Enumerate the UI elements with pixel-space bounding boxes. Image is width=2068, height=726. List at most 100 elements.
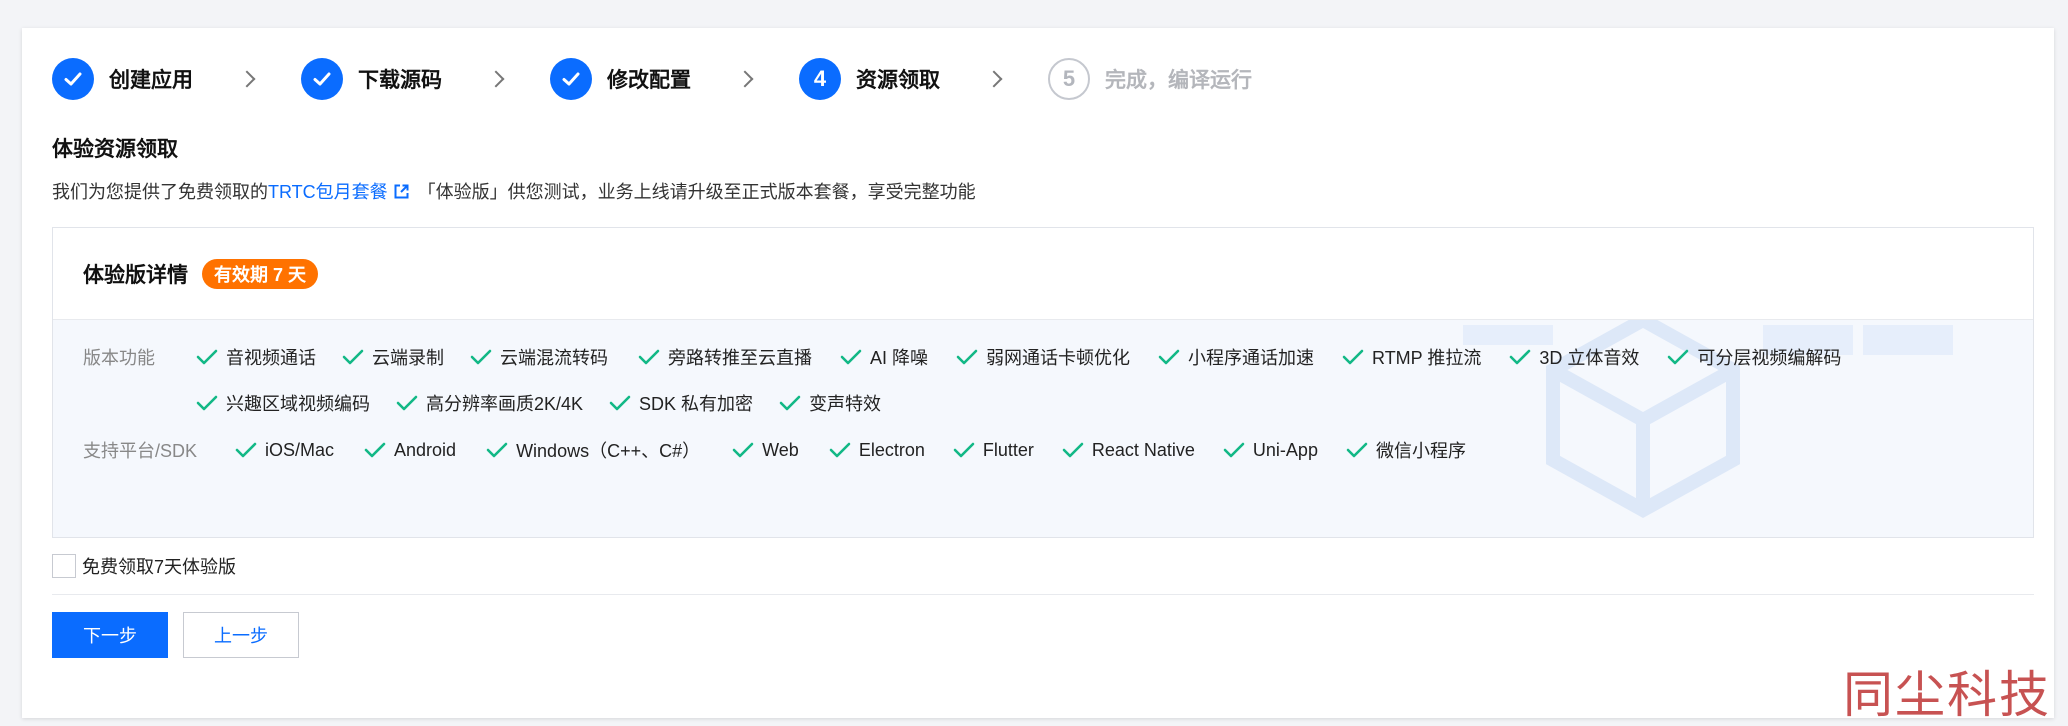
trtc-package-link[interactable]: TRTC包月套餐 [268, 178, 418, 204]
step-resource-claim: 4 资源领取 [799, 57, 940, 101]
setup-card: 创建应用 下载源码 修改配置 4 资源领取 5 完成，编译运行 体验资源领取 我… [22, 28, 2054, 718]
check-list-item: 音视频通话 [196, 344, 316, 370]
section-title: 体验资源领取 [52, 138, 178, 161]
claim-trial-checkbox[interactable] [52, 554, 76, 578]
panel-title: 体验版详情 [83, 263, 188, 287]
check-list-item: 可分层视频编解码 [1667, 344, 1841, 370]
platforms-row: 支持平台/SDK iOS/Mac Android Windows（C++、C#） We… [83, 437, 1466, 463]
step-finish-build: 5 完成，编译运行 [1048, 57, 1252, 101]
check-list-text: 高分辨率画质2K/4K [426, 394, 584, 414]
check-icon [956, 348, 978, 366]
check-list-text: Windows（C++、C#） [516, 441, 701, 461]
features-row-2: 兴趣区域视频编码 高分辨率画质2K/4K SDK 私有加密 变声特效 [196, 390, 881, 416]
step-label: 创建应用 [109, 69, 193, 92]
check-list-text: Uni-App [1252, 439, 1318, 460]
step-download-source[interactable]: 下载源码 [301, 57, 442, 101]
check-icon [732, 441, 754, 459]
step-label: 资源领取 [856, 69, 940, 92]
check-list-text: 音视频通话 [226, 348, 316, 368]
check-list-item: 兴趣区域视频编码 [196, 390, 370, 416]
check-list-text: 云端混流转码 [500, 348, 608, 368]
chevron-right-icon [691, 70, 799, 88]
link-text: TRTC包月套餐 [268, 182, 388, 202]
check-list-text: Flutter [982, 439, 1034, 460]
step-number: 4 [799, 58, 841, 100]
check-icon [609, 394, 631, 412]
section-description: 我们为您提供了免费领取的 TRTC包月套餐 「体验版」供您测试，业务上线请升级至… [52, 178, 976, 204]
check-icon [364, 441, 386, 459]
desc-suffix: 「体验版」供您测试，业务上线请升级至正式版本套餐，享受完整功能 [417, 182, 976, 202]
check-list-text: 兴趣区域视频编码 [226, 394, 370, 414]
check-list-item: Windows（C++、C#） [486, 437, 700, 463]
check-list-item: 3D 立体音效 [1509, 344, 1639, 370]
check-icon [196, 348, 218, 366]
check-icon [196, 394, 218, 412]
check-list-text: 小程序通话加速 [1188, 348, 1315, 368]
check-icon [1158, 348, 1180, 366]
step-label: 修改配置 [607, 69, 691, 92]
prev-button[interactable]: 上一步 [183, 612, 299, 658]
check-list-text: React Native [1091, 439, 1195, 460]
check-list-item: 弱网通话卡顿优化 [956, 344, 1130, 370]
trial-details-panel: 体验版详情 有效期 7 天 版本功能 音视频通话 云端录制 云端混流转码 旁路转推至云… [52, 227, 2034, 538]
check-list-item: 高分辨率画质2K/4K [396, 390, 583, 416]
check-list-text: 旁路转推至云直播 [668, 348, 812, 368]
check-list-text: 微信小程序 [1375, 441, 1466, 461]
check-list-item: Uni-App [1223, 437, 1318, 463]
claim-trial-checkbox-row[interactable]: 免费领取7天体验版 [52, 553, 236, 579]
check-list-text: 可分层视频编解码 [1697, 348, 1842, 368]
check-icon [1223, 441, 1245, 459]
features-row-1: 版本功能 音视频通话 云端录制 云端混流转码 旁路转推至云直播 AI 降噪 弱网通话卡顿优… [83, 344, 1841, 370]
check-list-text: 3D 立体音效 [1539, 348, 1640, 368]
check-icon [953, 441, 975, 459]
validity-badge: 有效期 7 天 [202, 258, 319, 289]
step-label: 完成，编译运行 [1105, 69, 1252, 92]
step-done-check-icon [52, 58, 94, 100]
check-list-text: AI 降噪 [870, 348, 929, 368]
panel-header: 体验版详情 有效期 7 天 [53, 228, 2033, 320]
check-list-item: 微信小程序 [1346, 437, 1466, 463]
check-icon [1346, 441, 1368, 459]
check-list-item: iOS/Mac [235, 437, 334, 463]
next-button[interactable]: 下一步 [52, 612, 168, 658]
check-list-text: 云端录制 [372, 348, 444, 368]
check-list-item: 小程序通话加速 [1158, 344, 1314, 370]
check-icon [1342, 348, 1364, 366]
step-create-app[interactable]: 创建应用 [52, 57, 193, 101]
steps-bar: 创建应用 下载源码 修改配置 4 资源领取 5 完成，编译运行 [52, 57, 1252, 101]
check-list-text: SDK 私有加密 [639, 394, 754, 414]
check-list-item: Android [364, 437, 456, 463]
platforms-label: 支持平台/SDK [83, 441, 198, 461]
check-list-item: 旁路转推至云直播 [638, 344, 812, 370]
check-list-item: SDK 私有加密 [609, 390, 753, 416]
check-icon [829, 441, 851, 459]
panel-body: 版本功能 音视频通话 云端录制 云端混流转码 旁路转推至云直播 AI 降噪 弱网通话卡顿优… [53, 311, 2033, 537]
check-list-item: 变声特效 [779, 390, 881, 416]
check-list-text: RTMP 推拉流 [1372, 348, 1482, 368]
check-list-text: Electron [858, 439, 925, 460]
check-list-item: 云端录制 [342, 344, 444, 370]
check-icon [1062, 441, 1084, 459]
check-icon [396, 394, 418, 412]
chevron-right-icon [193, 70, 301, 88]
check-icon [779, 394, 801, 412]
step-number: 5 [1048, 58, 1090, 100]
check-list-item: Flutter [953, 437, 1034, 463]
check-list-item: Web [732, 437, 799, 463]
step-done-check-icon [301, 58, 343, 100]
check-icon [840, 348, 862, 366]
check-icon [470, 348, 492, 366]
check-list-text: Web [762, 439, 799, 460]
check-list-item: React Native [1062, 437, 1195, 463]
check-list-text: 弱网通话卡顿优化 [986, 348, 1131, 368]
check-icon [486, 441, 508, 459]
claim-trial-label: 免费领取7天体验版 [82, 557, 237, 577]
check-icon [342, 348, 364, 366]
step-label: 下载源码 [358, 69, 442, 92]
divider [52, 594, 2034, 595]
check-list-text: iOS/Mac [265, 439, 335, 460]
check-list-text: 变声特效 [809, 394, 882, 414]
step-modify-config[interactable]: 修改配置 [550, 57, 691, 101]
chevron-right-icon [940, 70, 1048, 88]
check-list-item: RTMP 推拉流 [1342, 344, 1481, 370]
